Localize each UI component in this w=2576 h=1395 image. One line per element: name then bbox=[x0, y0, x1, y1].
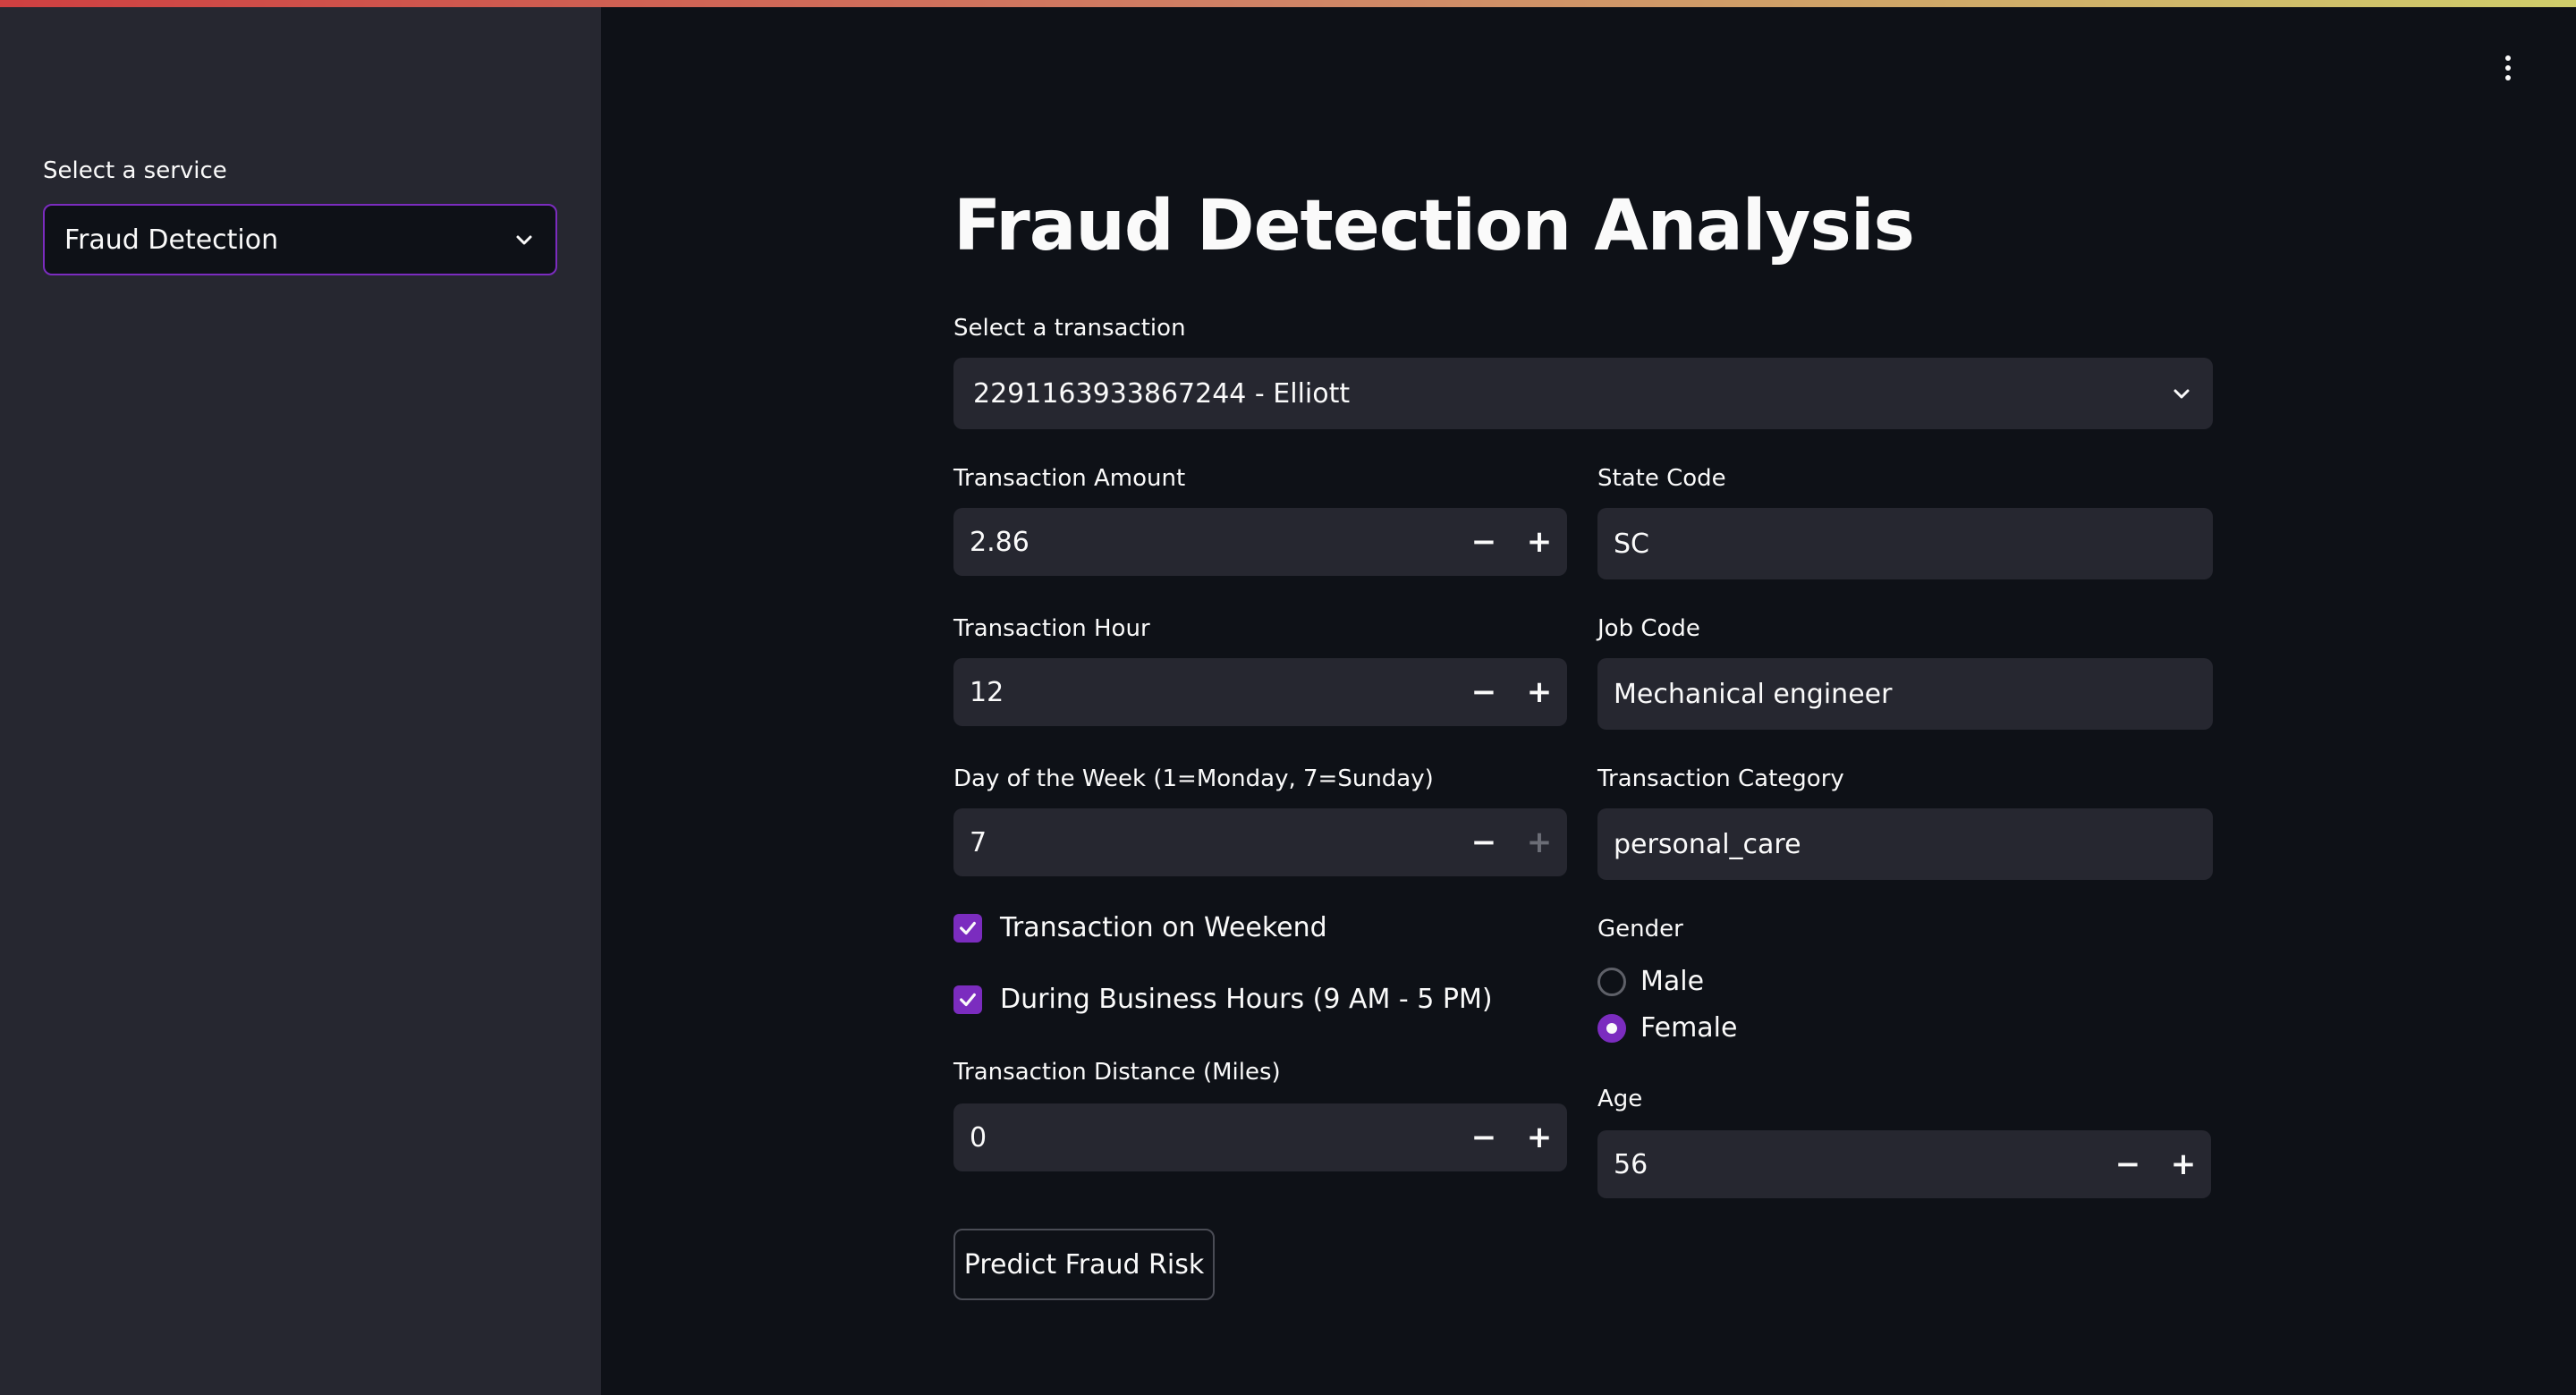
radio-selected-icon bbox=[1597, 1013, 1626, 1043]
service-select[interactable]: Fraud Detection bbox=[43, 204, 557, 275]
service-select-label: Select a service bbox=[43, 157, 227, 184]
kebab-dot bbox=[2505, 75, 2511, 80]
hour-increment-button[interactable]: + bbox=[1512, 658, 1567, 726]
category-label: Transaction Category bbox=[1597, 765, 1844, 792]
gender-radio-male[interactable]: Male bbox=[1597, 966, 1704, 997]
hour-label: Transaction Hour bbox=[953, 615, 1150, 642]
day-increment-button[interactable]: + bbox=[1512, 808, 1567, 876]
hour-stepper: 12 − + bbox=[953, 658, 1567, 726]
radio-unselected-icon bbox=[1597, 967, 1626, 996]
check-icon bbox=[953, 985, 982, 1014]
distance-stepper: 0 − + bbox=[953, 1103, 1567, 1171]
transaction-select-value: 2291163933867244 - Elliott bbox=[973, 377, 1351, 410]
service-select-value: Fraud Detection bbox=[64, 224, 279, 256]
hour-decrement-button[interactable]: − bbox=[1456, 658, 1512, 726]
weekend-checkbox[interactable]: Transaction on Weekend bbox=[953, 912, 1327, 943]
kebab-dot bbox=[2505, 65, 2511, 71]
amount-input[interactable]: 2.86 bbox=[953, 527, 1456, 558]
age-increment-button[interactable]: + bbox=[2156, 1130, 2211, 1198]
business-hours-checkbox[interactable]: During Business Hours (9 AM - 5 PM) bbox=[953, 984, 1493, 1015]
category-input[interactable]: personal_care bbox=[1597, 808, 2213, 880]
amount-increment-button[interactable]: + bbox=[1512, 508, 1567, 576]
distance-label: Transaction Distance (Miles) bbox=[953, 1059, 1281, 1086]
predict-fraud-risk-button[interactable]: Predict Fraud Risk bbox=[953, 1229, 1215, 1300]
state-code-input[interactable]: SC bbox=[1597, 508, 2213, 579]
transaction-select[interactable]: 2291163933867244 - Elliott bbox=[953, 358, 2213, 429]
amount-label: Transaction Amount bbox=[953, 465, 1186, 492]
day-of-week-input[interactable]: 7 bbox=[953, 827, 1456, 858]
sidebar: Select a service Fraud Detection bbox=[0, 7, 601, 1395]
main-menu-button[interactable] bbox=[2492, 50, 2524, 86]
gender-label: Gender bbox=[1597, 916, 1683, 943]
age-stepper: 56 − + bbox=[1597, 1130, 2211, 1198]
state-code-label: State Code bbox=[1597, 465, 1726, 492]
kebab-menu-icon bbox=[2505, 55, 2511, 61]
day-decrement-button[interactable]: − bbox=[1456, 808, 1512, 876]
top-decoration-bar bbox=[0, 0, 2576, 7]
gender-option-label: Female bbox=[1640, 1012, 1738, 1044]
amount-stepper: 2.86 − + bbox=[953, 508, 1567, 576]
age-label: Age bbox=[1597, 1086, 1643, 1112]
job-code-input[interactable]: Mechanical engineer bbox=[1597, 658, 2213, 730]
check-icon bbox=[953, 913, 982, 943]
gender-option-label: Male bbox=[1640, 966, 1705, 997]
day-of-week-label: Day of the Week (1=Monday, 7=Sunday) bbox=[953, 765, 1434, 792]
age-decrement-button[interactable]: − bbox=[2100, 1130, 2156, 1198]
day-of-week-stepper: 7 − + bbox=[953, 808, 1567, 876]
hour-input[interactable]: 12 bbox=[953, 677, 1456, 708]
job-code-label: Job Code bbox=[1597, 615, 1700, 642]
gender-radio-female[interactable]: Female bbox=[1597, 1012, 1737, 1044]
distance-increment-button[interactable]: + bbox=[1512, 1103, 1567, 1171]
chevron-down-icon bbox=[2170, 382, 2193, 405]
page-title: Fraud Detection Analysis bbox=[953, 186, 1915, 266]
transaction-select-label: Select a transaction bbox=[953, 315, 1186, 342]
weekend-checkbox-label: Transaction on Weekend bbox=[1000, 912, 1327, 943]
amount-decrement-button[interactable]: − bbox=[1456, 508, 1512, 576]
distance-decrement-button[interactable]: − bbox=[1456, 1103, 1512, 1171]
business-hours-checkbox-label: During Business Hours (9 AM - 5 PM) bbox=[1000, 984, 1493, 1015]
age-input[interactable]: 56 bbox=[1597, 1149, 2100, 1180]
chevron-down-icon bbox=[513, 228, 536, 251]
distance-input[interactable]: 0 bbox=[953, 1122, 1456, 1154]
